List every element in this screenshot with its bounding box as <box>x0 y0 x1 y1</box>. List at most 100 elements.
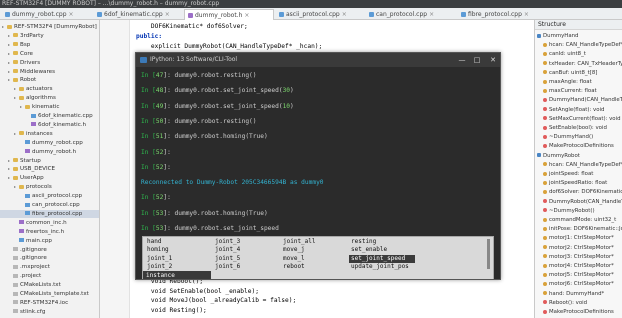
structure-item[interactable]: DummyRobot <box>535 152 622 160</box>
project-tree-item[interactable]: ▸REF-STM32F4 [DummyRobot] ~/Fibre <box>0 23 99 31</box>
project-tree-item[interactable]: 6dof_kinematic.cpp <box>0 112 99 120</box>
structure-item[interactable]: hcan: CAN_HandleTypeDef* <box>535 41 622 49</box>
project-tree-item[interactable]: CMakeLists.txt <box>0 281 99 289</box>
structure-item[interactable]: maxCurrent: float <box>535 87 622 95</box>
project-tree-item[interactable]: ▸ Core <box>0 50 99 58</box>
project-tree-item[interactable]: dummy_robot.cpp <box>0 139 99 147</box>
project-tree-item[interactable]: ▸ instances <box>0 130 99 138</box>
editor-tab[interactable]: dummy_robot.h × <box>184 9 274 20</box>
tab-close-icon[interactable]: × <box>165 11 170 18</box>
structure-item[interactable]: motorJ2: CtrlStepMotor* <box>535 244 622 252</box>
structure-item[interactable]: maxAngle: float <box>535 78 622 86</box>
project-tree-item[interactable]: ascii_protocol.cpp <box>0 192 99 200</box>
project-tree-item[interactable]: dummy_robot.h <box>0 148 99 156</box>
autocomplete-item[interactable]: joint_all <box>281 238 345 246</box>
autocomplete-item[interactable]: hand <box>145 238 209 246</box>
project-tree-item[interactable]: ▸ algorithms <box>0 94 99 102</box>
structure-item[interactable]: DummyHand(CAN_HandleTypeDef*) <box>535 96 622 104</box>
structure-item[interactable]: DummyHand <box>535 32 622 40</box>
structure-item[interactable]: SetMaxCurrent(float): void <box>535 115 622 123</box>
ipython-terminal-window[interactable]: IPython: 13 Software/CLI-Tool — □ ✕ In [… <box>135 52 501 280</box>
structure-item[interactable]: hcan: CAN_HandleTypeDef* <box>535 161 622 169</box>
structure-item[interactable]: initPose: DOF6Kinematic::Joint6D_t <box>535 225 622 233</box>
autocomplete-item[interactable]: set_joint_speed <box>349 254 415 263</box>
structure-item[interactable]: DummyRobot(CAN_HandleTypeDef*) <box>535 198 622 206</box>
structure-item[interactable]: canBuf: uint8_t[8] <box>535 69 622 77</box>
tab-close-icon[interactable]: × <box>244 12 249 19</box>
autocomplete-item[interactable]: update_joint_pos <box>349 263 415 271</box>
project-tree-item[interactable]: .mxproject <box>0 263 99 271</box>
tab-close-icon[interactable]: × <box>69 11 74 18</box>
project-tree-item[interactable]: main.cpp <box>0 237 99 245</box>
autocomplete-popup[interactable]: instance hand homing joint_1 joint_2 joint_3… <box>142 236 494 279</box>
minimize-button[interactable]: — <box>454 53 470 67</box>
editor-tab[interactable]: dummy_robot.cpp × <box>2 9 92 20</box>
structure-item[interactable]: motorJ6: CtrlStepMotor* <box>535 280 622 288</box>
project-tree-item[interactable]: fibre_protocol.cpp <box>0 209 99 218</box>
tab-close-icon[interactable]: × <box>342 11 347 18</box>
structure-item[interactable]: motorJ3: CtrlStepMotor* <box>535 253 622 261</box>
tab-close-icon[interactable]: × <box>429 11 434 18</box>
maximize-button[interactable]: □ <box>469 53 485 67</box>
autocomplete-item[interactable]: joint_6 <box>213 263 277 271</box>
structure-item[interactable]: commandMode: uint32_t <box>535 216 622 224</box>
autocomplete-item[interactable]: joint_2 <box>145 263 209 271</box>
close-button[interactable]: ✕ <box>485 53 500 67</box>
structure-item[interactable]: jointSpeedRatio: float <box>535 179 622 187</box>
project-tree-item[interactable]: 6dof_kinematic.h <box>0 121 99 129</box>
tab-close-icon[interactable]: × <box>524 11 529 18</box>
autocomplete-item[interactable]: reboot <box>281 263 345 271</box>
autocomplete-item[interactable]: set_enable <box>349 246 415 254</box>
terminal-title-bar[interactable]: IPython: 13 Software/CLI-Tool <box>136 53 500 67</box>
editor-tab[interactable]: fibre_protocol.cpp × <box>458 9 548 20</box>
project-tree-item[interactable]: ▸ 3rdParty <box>0 32 99 40</box>
autocomplete-item[interactable]: move_l <box>281 255 345 263</box>
editor-tab[interactable]: can_protocol.cpp × <box>366 9 456 20</box>
project-tree-item[interactable]: ▸ kinematic <box>0 103 99 111</box>
project-tree-panel[interactable]: ▸REF-STM32F4 [DummyRobot] ~/Fibre▸3rdPar… <box>0 20 100 318</box>
project-tree-item[interactable]: ▸ Bsp <box>0 41 99 49</box>
structure-item[interactable]: canId: uint8_t <box>535 50 622 58</box>
structure-item[interactable]: ~DummyHand() <box>535 133 622 141</box>
structure-item[interactable]: txHeader: CAN_TxHeaderTypeDef <box>535 60 622 68</box>
editor-tab[interactable]: ascii_protocol.cpp × <box>276 9 364 20</box>
project-tree-item[interactable]: ▸ Middlewares <box>0 68 99 76</box>
structure-item[interactable]: MakeProtocolDefinitions <box>535 308 622 316</box>
autocomplete-item[interactable]: joint_5 <box>213 255 277 263</box>
project-tree-item[interactable]: CMakeLists_template.txt <box>0 290 99 298</box>
structure-item[interactable]: motorJ1: CtrlStepMotor* <box>535 234 622 242</box>
structure-item[interactable]: motorJ5: CtrlStepMotor* <box>535 271 622 279</box>
project-tree-item[interactable]: .gitignore <box>0 246 99 254</box>
project-tree-item[interactable]: ▸ protocols <box>0 183 99 191</box>
structure-item[interactable]: Reboot(): void <box>535 299 622 307</box>
project-tree-item[interactable]: ▸ USB_DEVICE <box>0 165 99 173</box>
project-tree-item[interactable]: .project <box>0 272 99 280</box>
structure-item[interactable]: SetEnable(bool): void <box>535 124 622 132</box>
autocomplete-item[interactable]: joint_1 <box>145 255 209 263</box>
structure-item[interactable]: jointSpeed: float <box>535 170 622 178</box>
autocomplete-item[interactable]: joint_3 <box>213 238 277 246</box>
project-tree-item[interactable]: .gitignore <box>0 254 99 262</box>
structure-item[interactable]: dof6Solver: DOF6Kinematic* <box>535 188 622 196</box>
project-tree-item[interactable]: ▸ actuators <box>0 85 99 93</box>
project-tree-item[interactable]: ▸ Startup <box>0 157 99 165</box>
structure-panel[interactable]: Structure DummyHand hcan: CAN_HandleTypeD… <box>534 20 622 318</box>
structure-item[interactable]: ~DummyRobot() <box>535 207 622 215</box>
structure-item[interactable]: motorJ4: CtrlStepMotor* <box>535 262 622 270</box>
project-tree-item[interactable]: stlink.cfg <box>0 308 99 316</box>
structure-item[interactable]: SetAngle(float): void <box>535 106 622 114</box>
project-tree-item[interactable]: common_inc.h <box>0 219 99 227</box>
project-tree-item[interactable]: ▸ Drivers <box>0 59 99 67</box>
autocomplete-item[interactable]: joint_4 <box>213 246 277 254</box>
project-tree-item[interactable]: ▸ UserApp <box>0 174 99 182</box>
autocomplete-item[interactable]: resting <box>349 238 415 246</box>
project-tree-item[interactable]: can_protocol.cpp <box>0 201 99 209</box>
autocomplete-item[interactable]: move_j <box>281 246 345 254</box>
structure-item[interactable]: hand: DummyHand* <box>535 290 622 298</box>
autocomplete-item[interactable]: homing <box>145 246 209 254</box>
project-tree-item[interactable]: ▸ Robot <box>0 76 99 84</box>
structure-item[interactable]: MakeProtocolDefinitions <box>535 142 622 150</box>
project-tree-item[interactable]: freertos_inc.h <box>0 228 99 236</box>
editor-tab[interactable]: 6dof_kinematic.cpp × <box>94 9 182 20</box>
project-tree-item[interactable]: REF-STM32F4.ioc <box>0 299 99 307</box>
